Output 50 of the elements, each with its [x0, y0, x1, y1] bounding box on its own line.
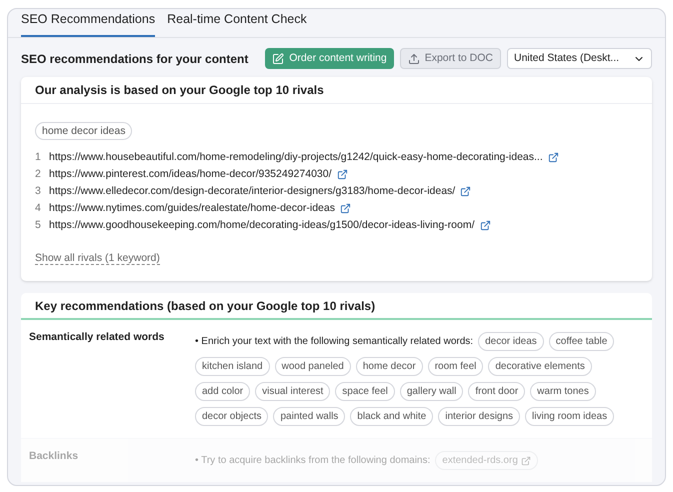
- keyword-tag: add color: [195, 382, 250, 401]
- tab[interactable]: Real-time Content Check: [167, 10, 307, 37]
- keyword-tag: decor objects: [195, 407, 268, 426]
- keyword-tag: decor ideas: [478, 332, 544, 351]
- rank-number: 5: [35, 218, 42, 233]
- keyword-tag: interior designs: [438, 407, 520, 426]
- keyword-tag: decorative elements: [488, 357, 592, 376]
- rival-url: https://www.housebeautiful.com/home-remodeling/diy-projects/g1242/quick-easy-home-decorating-ideas...: [49, 150, 543, 165]
- external-link-icon[interactable]: [460, 186, 472, 196]
- keyword-tag: gallery wall: [400, 382, 464, 401]
- recommendation-text: • Try to acquire backlinks from the following domains:: [195, 454, 430, 468]
- keyword-tag: room feel: [428, 357, 484, 376]
- rank-number: 2: [35, 167, 42, 182]
- keyword-tag: home decor: [356, 357, 423, 376]
- keyword-tag: kitchen island: [195, 357, 270, 376]
- keyword-tag: home decor ideas: [35, 122, 132, 140]
- external-link-icon[interactable]: [340, 202, 351, 214]
- recommendation-text: • Enrich your text with the following semantically related words:: [195, 335, 474, 349]
- keyword-tag: black and white: [350, 407, 434, 426]
- keyword-tag: visual interest: [255, 382, 330, 401]
- rival-url: https://www.nytimes.com/guides/realestate/home-decor-ideas: [49, 201, 335, 216]
- section-label: Backlinks: [29, 449, 80, 464]
- external-link-icon[interactable]: [336, 168, 348, 180]
- keyword-tag: coffee table: [548, 332, 614, 351]
- external-link-icon[interactable]: [548, 152, 559, 162]
- card-title: Our analysis is based on your Google top 10 rivals: [35, 82, 324, 99]
- external-link-icon: [520, 456, 531, 466]
- rank-number: 4: [35, 201, 42, 216]
- show-all-link[interactable]: Show all rivals (1 keyword): [35, 252, 160, 265]
- section-title: SEO recommendations for your content: [21, 50, 250, 68]
- export-button[interactable]: Export to DOC: [400, 48, 501, 69]
- order-content-button[interactable]: Order content writing: [265, 48, 394, 69]
- section-label: Semantically related words: [29, 330, 166, 345]
- keyword-tag: space feel: [335, 382, 395, 401]
- keyword-tag: living room ideas: [525, 407, 614, 426]
- external-link-icon[interactable]: [480, 220, 490, 230]
- keyword-tag: front door: [468, 382, 526, 401]
- rank-number: 1: [35, 150, 42, 165]
- rival-url: https://www.elledecor.com/design-decorate/interior-designers/g3183/home-decor-ideas/: [49, 184, 456, 199]
- keyword-tag: wood paneled: [274, 357, 351, 376]
- card-title: Key recommendations (based on your Google top 10 rivals): [35, 298, 376, 314]
- keyword-tag: warm tones: [530, 382, 596, 401]
- tab[interactable]: SEO Recommendations: [21, 10, 156, 37]
- rival-url: https://www.goodhousekeeping.com/home/decorating-ideas/g1500/decor-ideas-living-room/: [49, 218, 474, 233]
- edit-icon: [272, 52, 284, 64]
- rank-number: 3: [35, 184, 42, 199]
- keyword-tag: painted walls: [273, 407, 346, 426]
- location-select[interactable]: United States (Deskt...: [507, 48, 652, 69]
- rival-url: https://www.pinterest.com/ideas/home-decor/935249274030/: [49, 167, 332, 182]
- upload-icon: [408, 52, 420, 64]
